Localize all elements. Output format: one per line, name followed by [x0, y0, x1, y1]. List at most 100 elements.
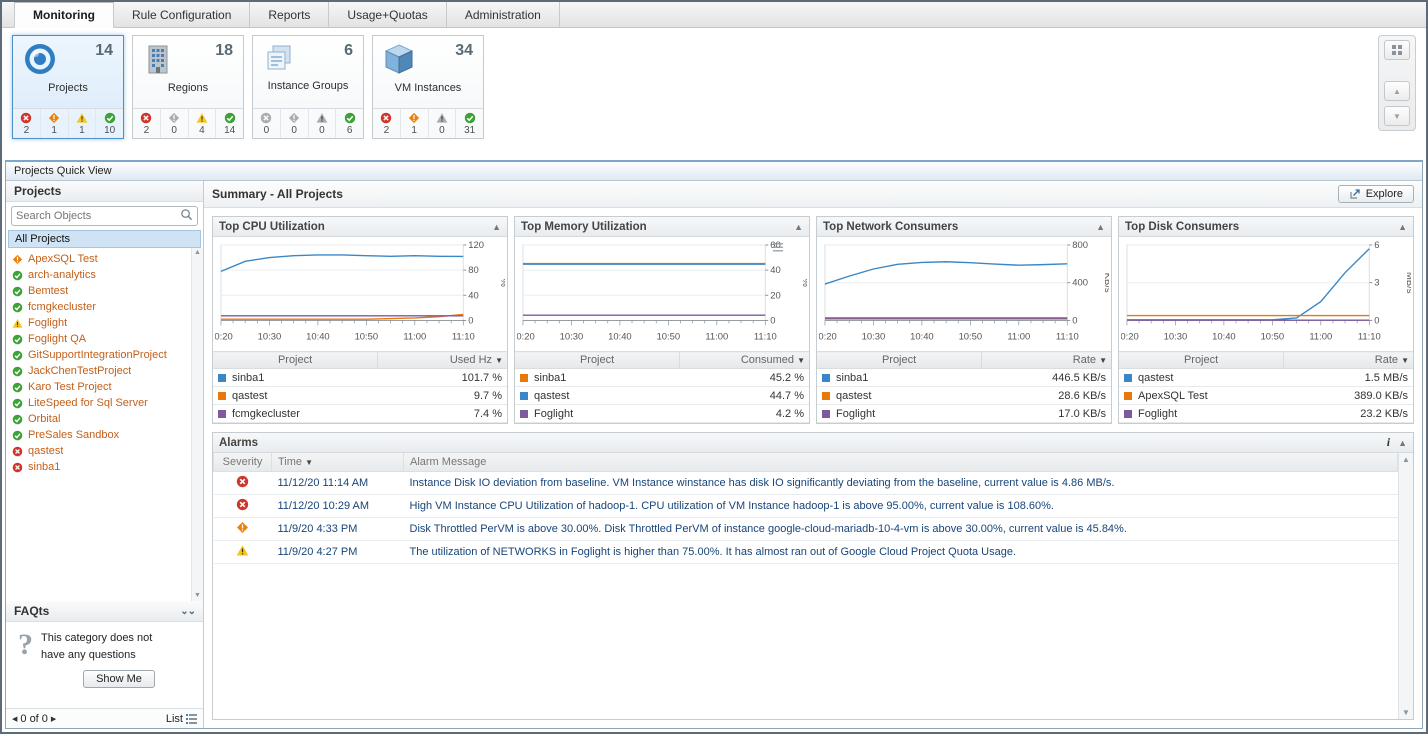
sidebar-item-all-projects[interactable]: All Projects	[8, 230, 201, 248]
sidebar-item-project[interactable]: Foglight	[8, 315, 190, 331]
sidebar-item-project[interactable]: qastest	[8, 443, 190, 459]
sidebar-item-project[interactable]: arch-analytics	[8, 267, 190, 283]
critical-status-icon	[236, 521, 249, 534]
tile-instance-groups[interactable]: 6 Instance Groups 0006	[252, 35, 364, 139]
sidebar-item-project[interactable]: Bemtest	[8, 283, 190, 299]
collapse-icon[interactable]: ▲	[794, 222, 803, 232]
pager-prev-icon[interactable]: ◀	[12, 715, 17, 723]
sidebar-item-project[interactable]: LiteSpeed for Sql Server	[8, 395, 190, 411]
chart-col-project[interactable]: Project	[213, 352, 378, 369]
tiles-scroll-up-button[interactable]: ▲	[1384, 81, 1410, 101]
pager-next-icon[interactable]: ▶	[51, 715, 56, 723]
sidebar-item-project[interactable]: JackChenTestProject	[8, 363, 190, 379]
collapse-icon[interactable]: ▲	[492, 222, 501, 232]
alarms-col-time[interactable]: Time ▼	[272, 453, 404, 472]
tab-monitoring[interactable]: Monitoring	[14, 2, 114, 28]
chart-col-value[interactable]: Rate ▼	[982, 352, 1111, 369]
chart-col-project[interactable]: Project	[515, 352, 680, 369]
chart-table-row[interactable]: Foglight17.0 KB/s	[817, 405, 1111, 423]
alarm-row[interactable]: 11/12/20 10:29 AMHigh VM Instance CPU Ut…	[214, 495, 1398, 518]
scroll-down-icon[interactable]: ▼	[1402, 708, 1410, 717]
tab-administration[interactable]: Administration	[447, 2, 560, 27]
chart-col-project[interactable]: Project	[1119, 352, 1284, 369]
alarm-row[interactable]: 11/9/20 4:27 PMThe utilization of NETWOR…	[214, 541, 1398, 564]
svg-text:10:40: 10:40	[910, 330, 934, 341]
chart-col-value[interactable]: Rate ▼	[1284, 352, 1413, 369]
quick-view-body: Projects All Projects ApexSQL Testarch-a…	[6, 181, 1422, 728]
svg-text:10:40: 10:40	[306, 330, 330, 341]
chart-table-row[interactable]: qastest28.6 KB/s	[817, 387, 1111, 405]
charts-row: Top CPU Utilization ▲ 0408012010:2010:30…	[204, 208, 1422, 428]
chart-header: Top Network Consumers ▲	[817, 217, 1111, 237]
chart-table-row[interactable]: qastest44.7 %	[515, 387, 809, 405]
tab-usage-quotas[interactable]: Usage+Quotas	[329, 2, 446, 27]
chart-table-row[interactable]: qastest9.7 %	[213, 387, 507, 405]
sidebar-item-project[interactable]: GitSupportIntegrationProject	[8, 347, 190, 363]
metric-value: 28.6 KB/s	[982, 387, 1111, 405]
chart-table-row[interactable]: fcmgkecluster7.4 %	[213, 405, 507, 423]
tile-view-toggle-button[interactable]	[1384, 40, 1410, 60]
collapse-icon[interactable]: ▲	[1096, 222, 1105, 232]
explore-icon	[1349, 188, 1361, 200]
tile-count: 18	[215, 42, 233, 60]
svg-text:0: 0	[1072, 314, 1077, 325]
show-me-button[interactable]: Show Me	[83, 670, 155, 688]
tiles-scroll-down-button[interactable]: ▼	[1384, 106, 1410, 126]
chart-table-row[interactable]: sinba1446.5 KB/s	[817, 369, 1111, 387]
chart-table-row[interactable]: sinba1101.7 %	[213, 369, 507, 387]
sidebar-item-project[interactable]: fcmgkecluster	[8, 299, 190, 315]
chart-table-row[interactable]: Foglight23.2 KB/s	[1119, 405, 1413, 423]
alarm-time: 11/9/20 4:27 PM	[272, 541, 404, 564]
series-swatch	[520, 410, 528, 418]
sidebar-item-project[interactable]: Foglight QA	[8, 331, 190, 347]
tile-projects[interactable]: 14 Projects 21110	[12, 35, 124, 139]
search-icon[interactable]	[180, 208, 193, 224]
info-icon[interactable]: i	[1387, 435, 1390, 450]
sidebar-item-project[interactable]: Karo Test Project	[8, 379, 190, 395]
chart-col-value[interactable]: Consumed ▼	[680, 352, 809, 369]
status-warning: 0	[308, 109, 336, 138]
collapse-icon[interactable]: ▲	[1398, 438, 1407, 448]
chart-table-row[interactable]: ApexSQL Test389.0 KB/s	[1119, 387, 1413, 405]
sidebar-item-project[interactable]: ApexSQL Test	[8, 251, 190, 267]
scroll-up-icon[interactable]: ▲	[1402, 455, 1410, 464]
faqts-collapse-icon[interactable]: ⌄⌄	[180, 606, 195, 617]
svg-text:10:40: 10:40	[608, 330, 632, 341]
disk-consumers-chart: 03610:2010:3010:4010:5011:0011:10MB/s	[1119, 237, 1413, 351]
tab-rule-configuration[interactable]: Rule Configuration	[114, 2, 250, 27]
tab-reports[interactable]: Reports	[250, 2, 329, 27]
chart-menu-icon[interactable]	[773, 241, 783, 255]
regions-icon	[143, 42, 173, 79]
svg-text:40: 40	[770, 264, 780, 275]
scroll-up-icon[interactable]: ▲	[194, 249, 201, 257]
alarms-scrollbar[interactable]: ▲ ▼	[1398, 453, 1413, 719]
project-list-scrollbar[interactable]: ▲▼	[191, 248, 203, 601]
tile-vm-instances[interactable]: 34 VM Instances 21031	[372, 35, 484, 139]
alarm-row[interactable]: 11/12/20 11:14 AMInstance Disk IO deviat…	[214, 472, 1398, 495]
alarms-col-message[interactable]: Alarm Message	[404, 453, 1398, 472]
scroll-down-icon[interactable]: ▼	[194, 592, 201, 600]
list-toggle[interactable]: List	[166, 713, 197, 725]
alarm-row[interactable]: 11/9/20 4:33 PMDisk Throttled PerVM is a…	[214, 518, 1398, 541]
chart-col-project[interactable]: Project	[817, 352, 982, 369]
metric-value: 389.0 KB/s	[1284, 387, 1413, 405]
normal-status-icon	[12, 334, 23, 345]
chart-table-row[interactable]: qastest1.5 MB/s	[1119, 369, 1413, 387]
alarms-col-severity[interactable]: Severity	[214, 453, 272, 472]
collapse-icon[interactable]: ▲	[1398, 222, 1407, 232]
chart-table-row[interactable]: sinba145.2 %	[515, 369, 809, 387]
sidebar-item-project[interactable]: PreSales Sandbox	[8, 427, 190, 443]
chart-col-value[interactable]: Used Hz ▼	[378, 352, 507, 369]
status-critical: 0	[160, 109, 188, 138]
alarms-header: Alarms i ▲	[213, 433, 1413, 453]
sidebar-item-project[interactable]: Orbital	[8, 411, 190, 427]
search-input[interactable]	[16, 210, 180, 222]
explore-button[interactable]: Explore	[1338, 185, 1414, 203]
svg-text:11:10: 11:10	[1056, 330, 1079, 341]
sidebar-item-project[interactable]: sinba1	[8, 459, 190, 475]
tile-label: VM Instances	[373, 79, 483, 98]
svg-text:11:10: 11:10	[452, 330, 475, 341]
tile-regions[interactable]: 18 Regions 20414	[132, 35, 244, 139]
status-fatal: 0	[253, 109, 280, 138]
chart-table-row[interactable]: Foglight4.2 %	[515, 405, 809, 423]
